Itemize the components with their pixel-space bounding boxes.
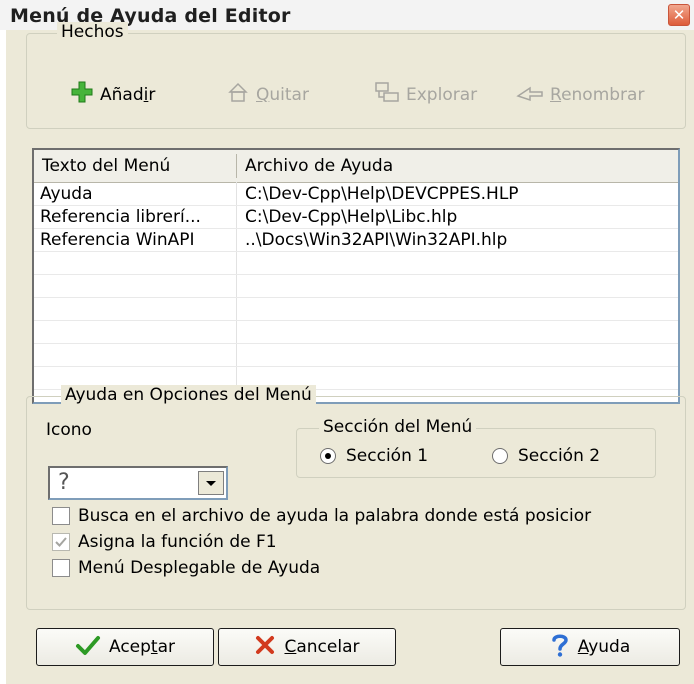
help-button[interactable]: Ayuda <box>500 628 680 666</box>
list-item-text: Referencia librerí... <box>40 207 201 227</box>
assign-f1-label: Asigna la función de F1 <box>78 532 277 552</box>
combo-dropdown-button[interactable] <box>198 471 224 495</box>
list-item-text: Referencia WinAPI <box>40 230 195 250</box>
icon-label: Icono <box>46 420 92 440</box>
cancel-button[interactable]: Cancelar <box>218 628 396 666</box>
close-button[interactable]: ✕ <box>668 4 690 26</box>
radio-unselected-indicator <box>492 448 508 464</box>
section-1-label: Sección 1 <box>346 446 429 466</box>
list-item[interactable]: Referencia librerí... C:\Dev-Cpp\Help\Li… <box>34 206 678 229</box>
section-2-label: Sección 2 <box>518 446 601 466</box>
checkbox-box <box>52 559 70 577</box>
column-header-help-file[interactable]: Archivo de Ayuda <box>237 150 677 182</box>
list-item[interactable]: Referencia WinAPI ..\Docs\Win32API\Win32… <box>34 229 678 252</box>
actions-group-legend: Hechos <box>57 22 128 42</box>
assign-f1-checkbox[interactable]: Asigna la función de F1 <box>52 532 277 552</box>
remove-button-label: Quitar <box>256 84 309 105</box>
remove-icon <box>226 80 250 109</box>
remove-button[interactable]: Quitar <box>226 80 309 109</box>
menu-options-group-legend: Ayuda en Opciones del Menú <box>61 385 316 405</box>
plus-icon <box>70 80 94 109</box>
rename-button[interactable]: Renombrar <box>516 80 644 109</box>
accept-button[interactable]: Aceptar <box>36 628 214 666</box>
dropdown-help-menu-label: Menú Desplegable de Ayuda <box>78 558 321 578</box>
add-button[interactable]: Añadir <box>70 80 155 109</box>
explore-button[interactable]: Explorar <box>374 80 477 109</box>
empty-row <box>34 298 678 321</box>
dropdown-help-menu-checkbox[interactable]: Menú Desplegable de Ayuda <box>52 558 320 578</box>
menu-section-group-legend: Sección del Menú <box>319 417 477 437</box>
list-item-file: C:\Dev-Cpp\Help\DEVCPPES.HLP <box>245 184 519 204</box>
explore-icon <box>374 80 400 109</box>
chevron-down-icon <box>199 479 223 498</box>
close-icon: ✕ <box>672 6 686 24</box>
search-word-label: Busca en el archivo de ayuda la palabra … <box>78 506 592 526</box>
cancel-button-label: Cancelar <box>284 637 360 657</box>
list-header: Texto del Menú Archivo de Ayuda <box>34 150 678 183</box>
add-button-label: Añadir <box>100 84 156 105</box>
rename-button-label: Renombrar <box>550 84 645 105</box>
list-item[interactable]: Ayuda C:\Dev-Cpp\Help\DEVCPPES.HLP <box>34 183 678 206</box>
empty-row <box>34 344 678 367</box>
accept-button-label: Aceptar <box>108 637 176 657</box>
help-files-list[interactable]: Texto del Menú Archivo de Ayuda Ayuda C:… <box>32 148 680 404</box>
empty-row <box>34 252 678 275</box>
section-1-radio[interactable]: Sección 1 <box>320 446 428 466</box>
checkmark-icon <box>75 634 101 661</box>
search-word-checkbox[interactable]: Busca en el archivo de ayuda la palabra … <box>52 506 591 526</box>
question-mark-icon: ? <box>58 470 70 495</box>
checkbox-box <box>52 507 70 525</box>
section-2-radio[interactable]: Sección 2 <box>492 446 600 466</box>
radio-selected-indicator <box>320 448 336 464</box>
column-header-menu-text[interactable]: Texto del Menú <box>34 150 236 182</box>
empty-row <box>34 275 678 298</box>
dialog-window: Menú de Ayuda del Editor ✕ Hechos Añadir… <box>0 0 694 684</box>
list-item-text: Ayuda <box>40 184 93 204</box>
list-item-file: ..\Docs\Win32API\Win32API.hlp <box>245 230 508 250</box>
rename-icon <box>516 80 544 109</box>
empty-row <box>34 321 678 344</box>
help-question-icon <box>550 632 570 663</box>
window-title: Menú de Ayuda del Editor <box>10 5 291 27</box>
checkbox-box-checked <box>52 533 70 551</box>
dialog-body: Hechos Añadir Quitar Explorar Renombrar <box>6 22 694 684</box>
help-button-label: Ayuda <box>577 637 631 657</box>
list-item-file: C:\Dev-Cpp\Help\Libc.hlp <box>245 207 458 227</box>
x-mark-icon <box>254 634 276 661</box>
icon-select[interactable]: ? <box>48 466 228 500</box>
explore-button-label: Explorar <box>406 84 478 105</box>
